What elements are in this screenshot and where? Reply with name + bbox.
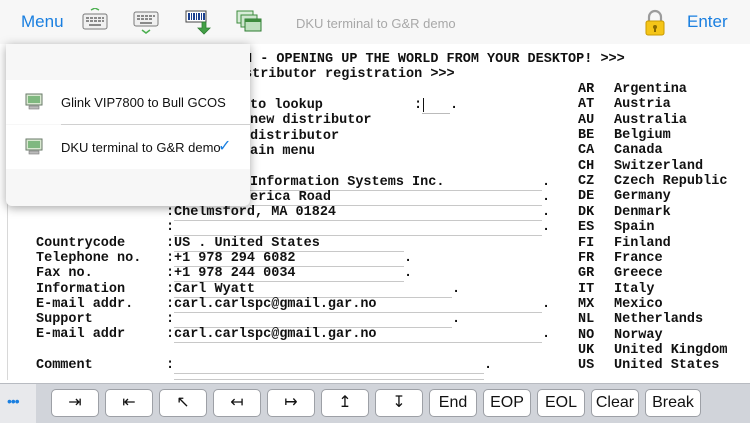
tab-forward-key[interactable]: ⇥	[51, 389, 99, 417]
menu-item-dku[interactable]: DKU terminal to G&R demo ✓	[6, 125, 250, 169]
information-field[interactable]: Carl Wyatt	[174, 282, 255, 297]
country-name: Spain	[614, 220, 655, 236]
country-code: IT	[578, 281, 595, 297]
eol-key[interactable]: EOL	[537, 389, 585, 417]
function-key-bar: ••• ⇥ ⇤ ↖ ↤ ↦ ↥ ↧ End EOP EOL Clear Break	[0, 383, 750, 423]
country-name: United Kingdom	[614, 342, 728, 358]
country-code: ES	[578, 220, 595, 236]
session-title: DKU terminal to G&R demo	[296, 16, 456, 31]
windows-icon[interactable]	[234, 8, 264, 36]
menu-item-label: Glink VIP7800 to Bull GCOS	[61, 95, 226, 110]
street-field[interactable]: erica Road	[250, 190, 331, 205]
country-code: NO	[578, 327, 595, 343]
down-key[interactable]: ↧	[375, 389, 423, 417]
country-code: FI	[578, 235, 595, 251]
terminal-icon	[24, 93, 44, 116]
country-code: NL	[578, 312, 595, 328]
enter-button[interactable]: Enter	[687, 12, 728, 32]
country-code: CA	[578, 143, 595, 159]
email-field[interactable]: carl.carlspc@gmail.gar.no	[174, 297, 377, 312]
option-distributor: distributor	[250, 129, 340, 144]
country-name: Canada	[614, 143, 663, 159]
country-name: Mexico	[614, 296, 663, 312]
country-name: Switzerland	[614, 158, 704, 174]
company-field[interactable]: Information Systems Inc.	[250, 175, 444, 190]
country-code: AU	[578, 112, 595, 128]
country-code: BE	[578, 128, 595, 144]
country-name: Denmark	[614, 204, 671, 220]
menu-item-glink[interactable]: Glink VIP7800 to Bull GCOS	[6, 80, 250, 124]
option-lookup: to lookup	[250, 98, 323, 113]
checkmark-icon: ✓	[218, 138, 232, 155]
country-name: Austria	[614, 97, 671, 113]
email2-field[interactable]: carl.carlspc@gmail.gar.no	[174, 327, 377, 342]
top-toolbar: Menu DKU terminal to G&R demo Enter	[0, 0, 750, 44]
menu-button[interactable]: Menu	[21, 12, 64, 32]
city-colon: :	[166, 205, 175, 220]
right-key[interactable]: ↦	[267, 389, 315, 417]
option-main-menu: ain menu	[250, 144, 315, 159]
eop-key[interactable]: EOP	[483, 389, 531, 417]
city-field[interactable]: Chelmsford, MA 01824	[174, 205, 336, 220]
keyboard-icon[interactable]	[80, 7, 110, 36]
more-keys-button[interactable]: •••	[0, 384, 36, 423]
country-code: CZ	[578, 174, 595, 190]
country-name: Netherlands	[614, 312, 704, 328]
macro-record-icon[interactable]	[183, 8, 213, 36]
country-name: Finland	[614, 235, 671, 251]
support-label: Support	[36, 312, 93, 327]
country-code: US	[578, 358, 595, 374]
lock-icon[interactable]	[640, 9, 670, 37]
information-label: Information	[36, 282, 126, 297]
up-key[interactable]: ↥	[321, 389, 369, 417]
country-name: Argentina	[614, 82, 687, 97]
country-name: Greece	[614, 266, 663, 282]
country-code: FR	[578, 250, 595, 266]
country-code: UK	[578, 342, 595, 358]
clear-key[interactable]: Clear	[591, 389, 639, 417]
country-name: United States	[614, 358, 720, 374]
break-key[interactable]: Break	[645, 389, 701, 417]
country-name: France	[614, 250, 663, 266]
country-name: Czech Republic	[614, 174, 728, 190]
country-code: DE	[578, 189, 595, 205]
session-menu: Glink VIP7800 to Bull GCOS DKU terminal …	[6, 44, 250, 206]
country-code: AT	[578, 97, 595, 113]
country-name: Italy	[614, 281, 655, 297]
tab-back-key[interactable]: ⇤	[105, 389, 153, 417]
email2-label: E-mail addr	[36, 327, 126, 342]
country-name: Australia	[614, 112, 687, 128]
more-dots-icon: •••	[7, 393, 20, 409]
comment-label: Comment	[36, 358, 93, 373]
country-code: CH	[578, 158, 595, 174]
home-key[interactable]: ↖	[159, 389, 207, 417]
blank-colon: :	[166, 220, 175, 235]
country-name: Belgium	[614, 128, 671, 144]
email-label: E-mail addr.	[36, 297, 134, 312]
terminal-heading: stributor registration >>>	[244, 67, 455, 82]
telephone-field[interactable]: +1 978 294 6082	[174, 251, 296, 266]
menu-item-label: DKU terminal to G&R demo	[61, 140, 221, 155]
country-name: Norway	[614, 327, 663, 343]
terminal-icon	[24, 138, 44, 161]
option-colon: :	[414, 98, 423, 113]
left-key[interactable]: ↤	[213, 389, 261, 417]
countrycode-label: Countrycode	[36, 236, 126, 251]
country-name: Germany	[614, 189, 671, 205]
terminal-banner: N - OPENING UP THE WORLD FROM YOUR DESKT…	[244, 52, 625, 67]
countrycode-field[interactable]: US . United States	[174, 236, 320, 251]
keyboard-hide-icon[interactable]	[131, 8, 161, 36]
option-new: new distributor	[250, 113, 372, 128]
country-code: GR	[578, 266, 595, 282]
country-code: MX	[578, 296, 595, 312]
fax-field[interactable]: +1 978 244 0034	[174, 266, 296, 281]
option-input-field[interactable]	[422, 98, 450, 114]
end-key[interactable]: End	[429, 389, 477, 417]
fax-label: Fax no.	[36, 266, 93, 281]
country-code: AR	[578, 82, 595, 97]
country-code: DK	[578, 204, 595, 220]
telephone-label: Telephone no.	[36, 251, 142, 266]
